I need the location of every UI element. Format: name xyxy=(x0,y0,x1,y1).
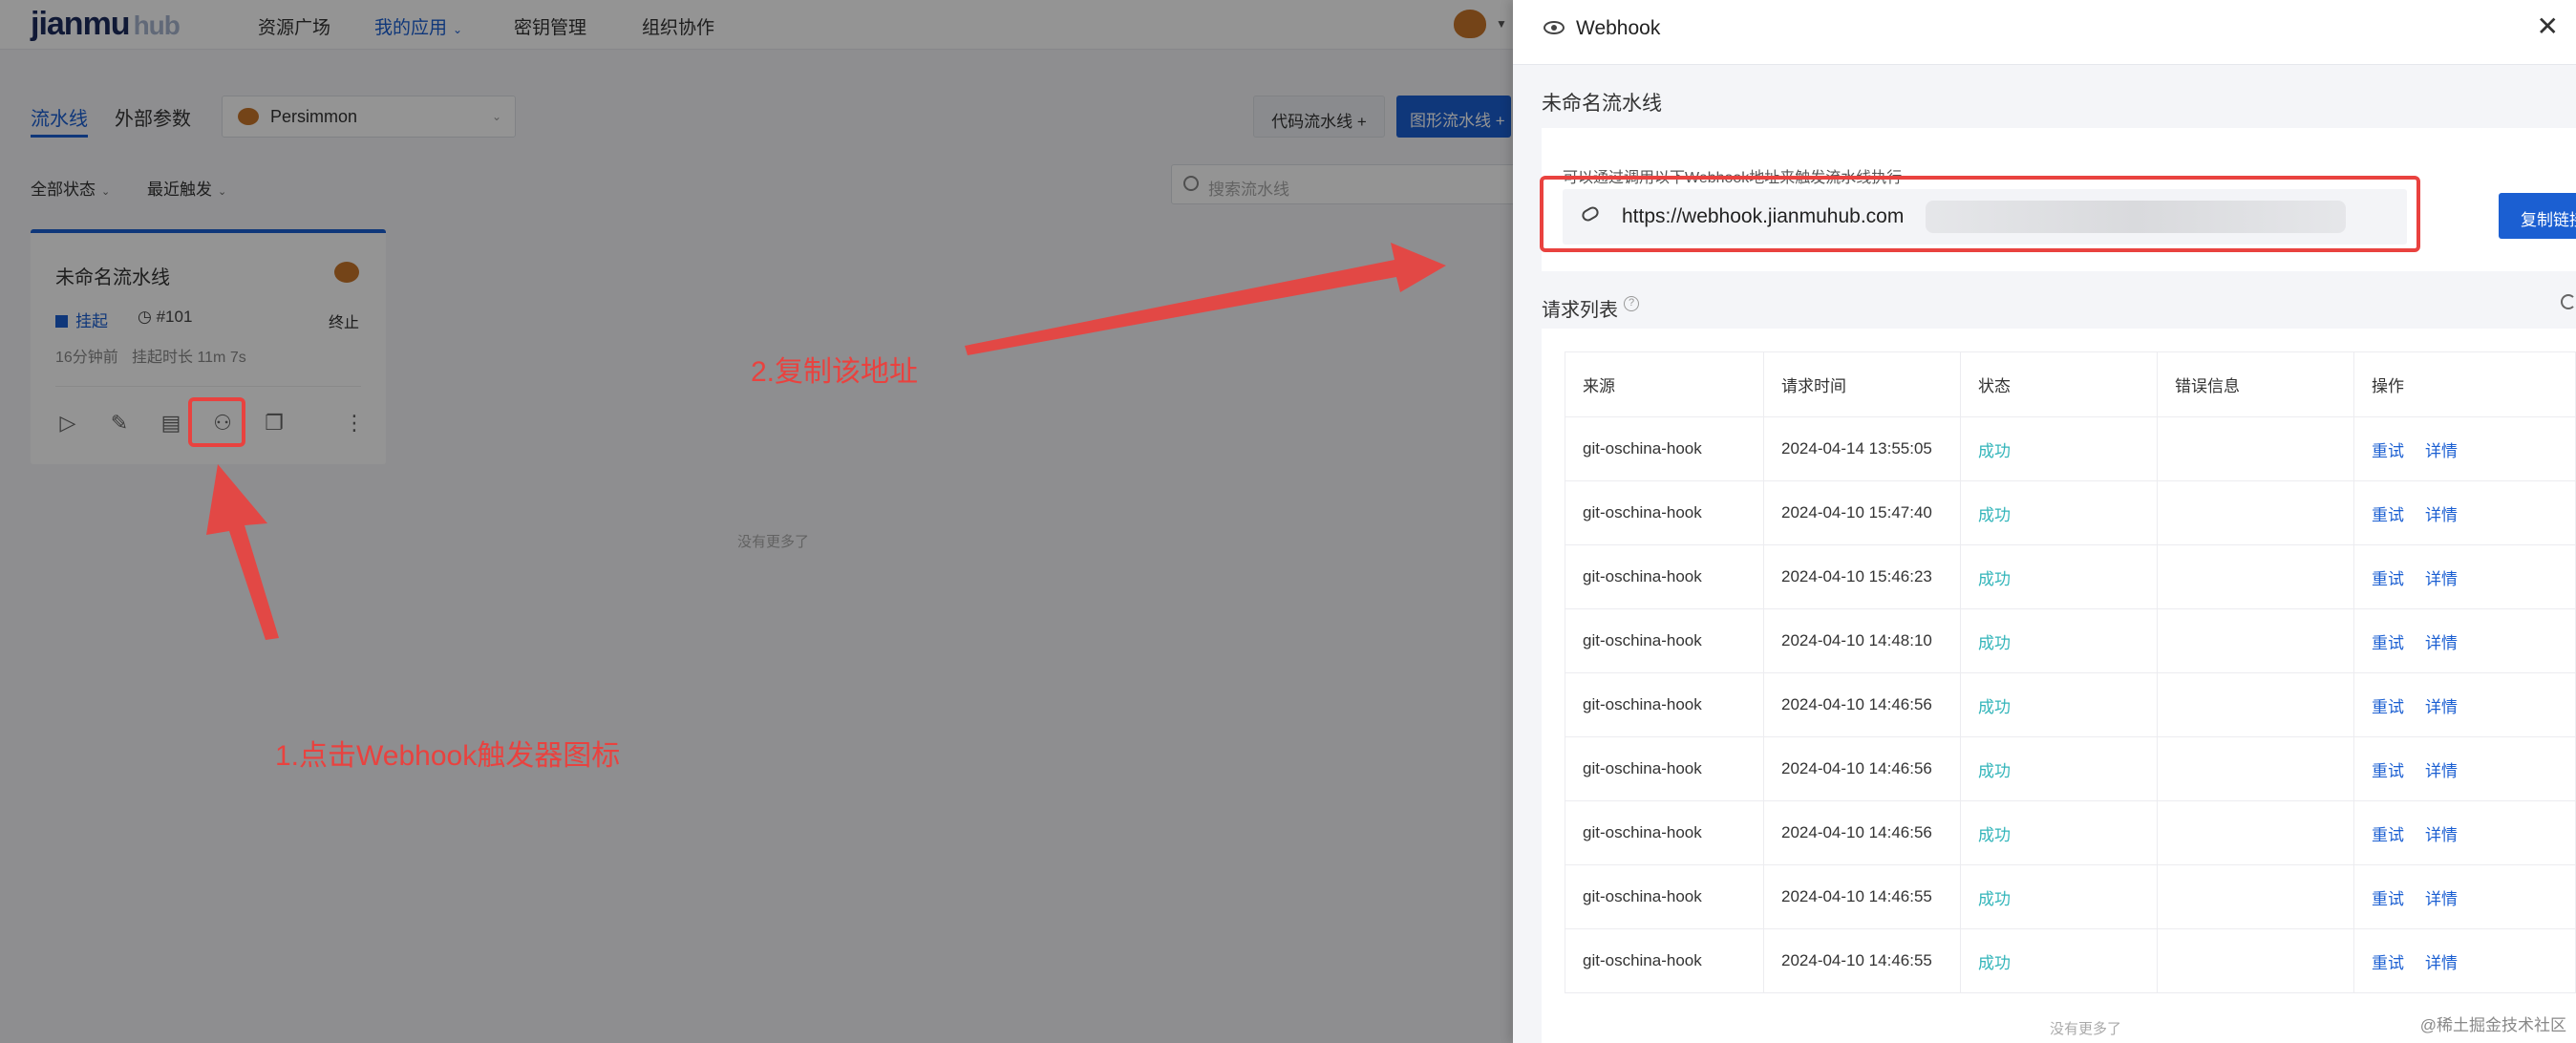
table-row: git-oschina-hook 2024-04-10 14:48:10 成功 重试 详… xyxy=(1565,608,2576,673)
row-status: 成功 xyxy=(1960,544,2158,609)
table-row: git-oschina-hook 2024-04-10 14:46:56 成功 重试 详… xyxy=(1565,672,2576,737)
row-source: git-oschina-hook xyxy=(1565,416,1764,481)
drawer-title: Webhook xyxy=(1576,17,1661,39)
row-status: 成功 xyxy=(1960,672,2158,737)
row-source: git-oschina-hook xyxy=(1565,672,1764,737)
row-time: 2024-04-10 14:46:55 xyxy=(1763,864,1961,929)
detail-link[interactable]: 详情 xyxy=(2425,506,2458,524)
row-time: 2024-04-10 14:46:55 xyxy=(1763,928,1961,993)
table-row: git-oschina-hook 2024-04-10 14:46:55 成功 重试 详… xyxy=(1565,928,2576,993)
request-table-body: git-oschina-hook 2024-04-14 13:55:05 成功 重试详… xyxy=(1565,416,2576,993)
row-status: 成功 xyxy=(1960,800,2158,865)
retry-link[interactable]: 重试 xyxy=(2372,634,2404,652)
table-row: git-oschina-hook 2024-04-10 14:46:56 成功 重试 详… xyxy=(1565,736,2576,801)
row-time: 2024-04-10 14:46:56 xyxy=(1763,672,1961,737)
column-header-source: 来源 xyxy=(1565,351,1764,417)
row-status: 成功 xyxy=(1960,480,2158,545)
row-source: git-oschina-hook xyxy=(1565,928,1764,993)
row-error xyxy=(2157,864,2354,929)
step1-annotation: 1.点击Webhook触发器图标 xyxy=(275,740,621,772)
column-header-time: 请求时间 xyxy=(1763,351,1961,417)
detail-link[interactable]: 详情 xyxy=(2425,762,2458,780)
table-header-row: 来源 请求时间 状态 错误信息 操作 xyxy=(1565,351,2576,417)
detail-link[interactable]: 详情 xyxy=(2425,826,2458,844)
retry-link[interactable]: 重试 xyxy=(2372,762,2404,780)
row-source: git-oschina-hook xyxy=(1565,864,1764,929)
detail-link[interactable]: 详情 xyxy=(2425,634,2458,652)
table-row: git-oschina-hook 2024-04-10 14:46:56 成功 重试 详… xyxy=(1565,800,2576,865)
row-error xyxy=(2157,544,2354,609)
row-status: 成功 xyxy=(1960,928,2158,993)
url-highlight xyxy=(1540,176,2420,252)
help-icon[interactable]: ? xyxy=(1624,296,1639,311)
row-error xyxy=(2157,608,2354,673)
row-status: 成功 xyxy=(1960,416,2158,481)
row-source: git-oschina-hook xyxy=(1565,608,1764,673)
row-actions: 重试 详情 xyxy=(2353,736,2576,801)
detail-link[interactable]: 详情 xyxy=(2425,570,2458,588)
row-time: 2024-04-10 15:46:23 xyxy=(1763,544,1961,609)
row-error xyxy=(2157,800,2354,865)
table-row: git-oschina-hook 2024-04-10 15:46:23 成功 重试 详… xyxy=(1565,544,2576,609)
table-row: git-oschina-hook 2024-04-10 14:46:55 成功 重试 详… xyxy=(1565,864,2576,929)
retry-link[interactable]: 重试 xyxy=(2372,442,2404,460)
retry-link[interactable]: 重试 xyxy=(2372,890,2404,908)
pipeline-name: 未命名流水线 xyxy=(1542,93,1662,115)
no-more-text: 没有更多了 xyxy=(2050,1021,2122,1037)
detail-link[interactable]: 详情 xyxy=(2425,698,2458,716)
column-header-error: 错误信息 xyxy=(2157,351,2354,417)
row-actions: 重试 详情 xyxy=(2353,864,2576,929)
refresh-icon[interactable] xyxy=(2561,294,2576,309)
row-error xyxy=(2157,672,2354,737)
eye-icon xyxy=(1543,21,1565,34)
column-header-status: 状态 xyxy=(1960,351,2158,417)
row-actions: 重试 详情 xyxy=(2353,480,2576,545)
step2-annotation: 2.复制该地址 xyxy=(751,356,919,388)
row-source: git-oschina-hook xyxy=(1565,480,1764,545)
row-error xyxy=(2157,736,2354,801)
row-actions: 重试 详情 xyxy=(2353,416,2576,481)
row-actions: 重试 详情 xyxy=(2353,544,2576,609)
drawer-header: Webhook ✕ xyxy=(1513,0,2576,65)
row-status: 成功 xyxy=(1960,736,2158,801)
row-time: 2024-04-14 13:55:05 xyxy=(1763,416,1961,481)
watermark: @稀土掘金技术社区 xyxy=(2419,1016,2566,1034)
request-table: 来源 请求时间 状态 错误信息 操作 git-oschina-hook 2024-… xyxy=(1565,351,2576,993)
detail-link[interactable]: 详情 xyxy=(2425,890,2458,908)
retry-link[interactable]: 重试 xyxy=(2372,570,2404,588)
row-source: git-oschina-hook xyxy=(1565,800,1764,865)
close-icon[interactable]: ✕ xyxy=(2537,13,2559,40)
copy-link-button[interactable]: 复制链接 xyxy=(2499,193,2576,239)
row-time: 2024-04-10 14:46:56 xyxy=(1763,736,1961,801)
retry-link[interactable]: 重试 xyxy=(2372,698,2404,716)
request-list-title: 请求列表 xyxy=(1542,300,1618,321)
webhook-drawer: Webhook ✕ 未命名流水线 可以通过调用以下Webhook地址来触发流水线… xyxy=(1513,0,2576,1043)
row-actions: 重试 详情 xyxy=(2353,672,2576,737)
retry-link[interactable]: 重试 xyxy=(2372,506,2404,524)
column-header-actions: 操作 xyxy=(2353,351,2576,417)
table-row: git-oschina-hook 2024-04-10 15:47:40 成功 重试 详… xyxy=(1565,480,2576,545)
row-source: git-oschina-hook xyxy=(1565,736,1764,801)
row-actions: 重试 详情 xyxy=(2353,928,2576,993)
row-time: 2024-04-10 14:46:56 xyxy=(1763,800,1961,865)
row-status: 成功 xyxy=(1960,608,2158,673)
row-error xyxy=(2157,928,2354,993)
retry-link[interactable]: 重试 xyxy=(2372,826,2404,844)
row-source: git-oschina-hook xyxy=(1565,544,1764,609)
detail-link[interactable]: 详情 xyxy=(2425,442,2458,460)
detail-link[interactable]: 详情 xyxy=(2425,954,2458,972)
row-status: 成功 xyxy=(1960,864,2158,929)
row-error xyxy=(2157,480,2354,545)
row-error xyxy=(2157,416,2354,481)
row-actions: 重试 详情 xyxy=(2353,800,2576,865)
row-actions: 重试 详情 xyxy=(2353,608,2576,673)
request-table-card: 来源 请求时间 状态 错误信息 操作 git-oschina-hook 2024-… xyxy=(1542,329,2576,1043)
webhook-icon-highlight xyxy=(188,397,245,447)
table-row: git-oschina-hook 2024-04-14 13:55:05 成功 重试 详… xyxy=(1565,416,2576,481)
modal-mask[interactable] xyxy=(0,0,1513,1043)
retry-link[interactable]: 重试 xyxy=(2372,954,2404,972)
row-time: 2024-04-10 15:47:40 xyxy=(1763,480,1961,545)
row-time: 2024-04-10 14:48:10 xyxy=(1763,608,1961,673)
